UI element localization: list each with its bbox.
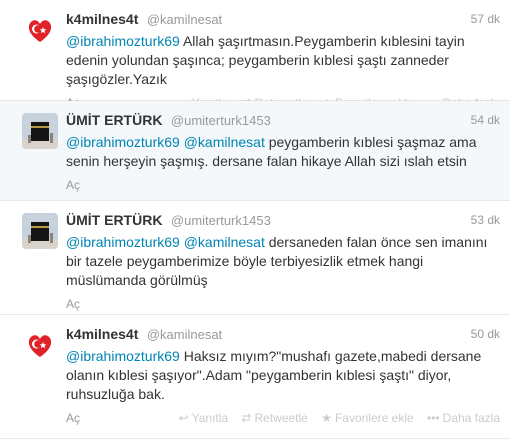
more-button[interactable]: •••Daha fazla bbox=[427, 411, 500, 425]
avatar[interactable] bbox=[22, 12, 58, 48]
dots-icon: ••• bbox=[427, 411, 440, 425]
tweet-fullname[interactable]: k4milnes4t bbox=[66, 326, 138, 342]
expand-link[interactable]: Aç bbox=[66, 407, 80, 429]
tweet-text: @ibrahimozturk69 Allah şaşırtmasın.Peyga… bbox=[66, 32, 502, 89]
tweet-username[interactable]: @umiterturk1453 bbox=[171, 213, 271, 228]
tweet-username[interactable]: @kamilnesat bbox=[147, 12, 222, 27]
reply-button[interactable]: ↩Yanıtla bbox=[179, 411, 229, 425]
tweet-text: @ibrahimozturk69 @kamilnesat dersaneden … bbox=[66, 233, 502, 290]
tweet-fullname[interactable]: ÜMİT ERTÜRK bbox=[66, 112, 162, 128]
avatar[interactable] bbox=[22, 113, 58, 149]
tweet-fullname[interactable]: k4milnes4t bbox=[66, 11, 138, 27]
heart-logo-icon bbox=[22, 12, 58, 48]
tweet-username[interactable]: @umiterturk1453 bbox=[171, 113, 271, 128]
mention-link[interactable]: @ibrahimozturk69 bbox=[66, 134, 180, 150]
tweet-timestamp[interactable]: 53 dk bbox=[471, 211, 500, 229]
tweet-username[interactable]: @kamilnesat bbox=[147, 327, 222, 342]
favorite-label: Favorilere ekle bbox=[334, 411, 414, 425]
tweet-timestamp[interactable]: 54 dk bbox=[471, 111, 500, 129]
retweet-icon: ⇄ bbox=[241, 411, 252, 425]
favorite-button[interactable]: ★Favorilere ekle bbox=[321, 411, 413, 425]
expand-link[interactable]: Aç bbox=[66, 293, 80, 315]
retweet-button[interactable]: ⇄Retweetle bbox=[241, 411, 307, 425]
mention-link[interactable]: @ibrahimozturk69 bbox=[66, 348, 180, 364]
heart-logo-icon bbox=[22, 327, 58, 363]
tweet-timestamp[interactable]: 50 dk bbox=[471, 325, 500, 343]
tweet-item[interactable]: ÜMİT ERTÜRK @umiterturk1453 53 dk @ibrah… bbox=[0, 201, 510, 315]
mention-link[interactable]: @ibrahimozturk69 bbox=[66, 234, 180, 250]
star-icon: ★ bbox=[321, 411, 332, 425]
tweet-fullname[interactable]: ÜMİT ERTÜRK bbox=[66, 212, 162, 228]
tweet-item[interactable]: k4milnes4t @kamilnesat 57 dk @ibrahimozt… bbox=[0, 0, 510, 110]
mention-link[interactable]: @kamilnesat bbox=[184, 134, 265, 150]
kaaba-icon bbox=[22, 113, 58, 149]
tweet-text: @ibrahimozturk69 @kamilnesat peygamberin… bbox=[66, 133, 502, 171]
mention-link[interactable]: @kamilnesat bbox=[184, 234, 265, 250]
tweet-timeline: k4milnes4t @kamilnesat 57 dk @ibrahimozt… bbox=[0, 0, 510, 439]
tweet-actions: ↩Yanıtla ⇄Retweetle ★Favorilere ekle •••… bbox=[169, 407, 500, 429]
reply-arrow-icon: ↩ bbox=[178, 411, 189, 425]
tweet-text: @ibrahimozturk69 Haksız mıyım?"mushafı g… bbox=[66, 347, 502, 404]
reply-label: Yanıtla bbox=[191, 411, 229, 425]
avatar[interactable] bbox=[22, 327, 58, 363]
tweet-item[interactable]: ÜMİT ERTÜRK @umiterturk1453 54 dk @ibrah… bbox=[0, 101, 510, 201]
tweet-timestamp[interactable]: 57 dk bbox=[471, 10, 500, 28]
avatar[interactable] bbox=[22, 213, 58, 249]
expand-link[interactable]: Aç bbox=[66, 174, 80, 196]
tweet-item[interactable]: k4milnes4t @kamilnesat 50 dk @ibrahimozt… bbox=[0, 315, 510, 439]
kaaba-icon bbox=[22, 213, 58, 249]
mention-link[interactable]: @ibrahimozturk69 bbox=[66, 33, 180, 49]
retweet-label: Retweetle bbox=[254, 411, 308, 425]
more-label: Daha fazla bbox=[442, 411, 500, 425]
